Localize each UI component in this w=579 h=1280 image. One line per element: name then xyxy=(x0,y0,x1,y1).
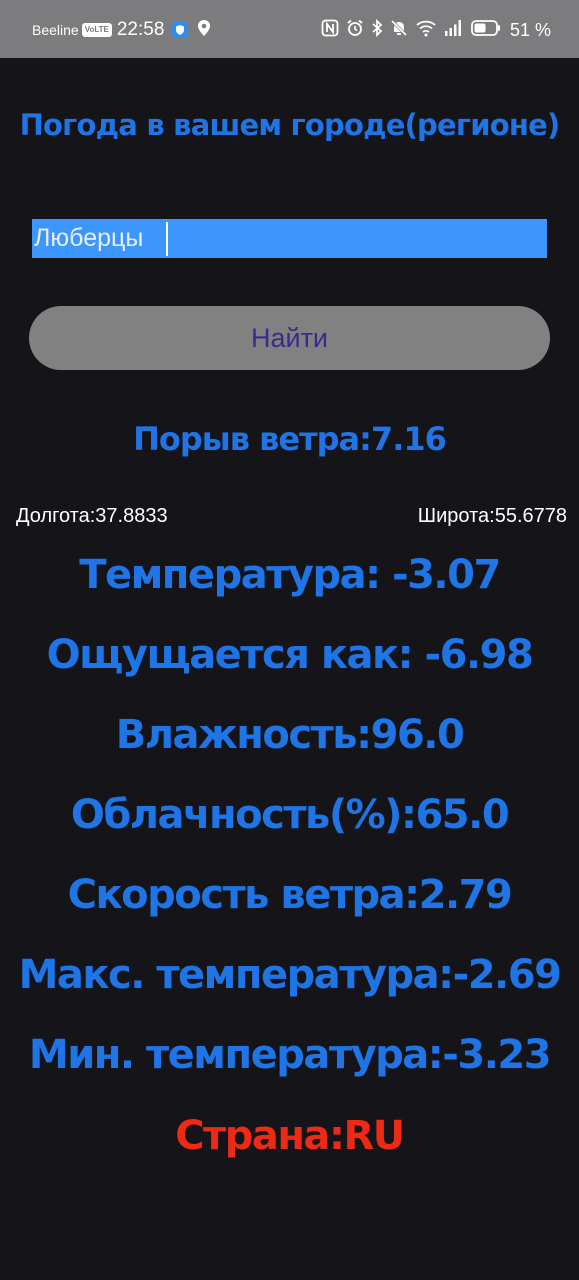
battery-icon xyxy=(471,19,501,41)
location-icon xyxy=(197,19,211,41)
text-caret xyxy=(166,222,168,256)
bluetooth-icon xyxy=(371,18,383,41)
signal-icon xyxy=(444,19,464,41)
volte-badge: VoLTE xyxy=(81,23,112,37)
country-text: Страна:RU xyxy=(175,1113,405,1159)
feels-like-text: Ощущается как: -6.98 xyxy=(46,632,534,678)
min-temperature-text: Мин. температура:-3.23 xyxy=(28,1032,552,1078)
search-button[interactable]: Найти xyxy=(29,306,550,370)
wind-gust-text: Порыв ветра:7.16 xyxy=(133,420,447,458)
wind-speed-text: Скорость ветра:2.79 xyxy=(67,872,513,918)
wifi-icon xyxy=(415,19,437,41)
mute-icon xyxy=(390,19,408,41)
status-bar-left: Beeline VoLTE 22:58 xyxy=(32,18,211,42)
alarm-icon xyxy=(346,19,364,41)
cloudiness-text: Облачность(%):65.0 xyxy=(70,792,510,838)
humidity-text: Влажность:96.0 xyxy=(115,712,465,758)
temperature-text: Температура: -3.07 xyxy=(79,552,501,598)
shield-icon xyxy=(172,22,189,38)
clock: 22:58 xyxy=(116,19,165,40)
max-temperature-text: Макс. температура:-2.69 xyxy=(18,952,562,998)
status-bar: Beeline VoLTE 22:58 51 % xyxy=(0,0,579,58)
page-title: Погода в вашем городе(регионе) xyxy=(19,108,561,142)
latitude-text: Широта:55.6778 xyxy=(417,505,567,527)
carrier-name: Beeline xyxy=(32,22,79,38)
battery-percent: 51 % xyxy=(509,19,551,40)
status-bar-right: 51 % xyxy=(321,18,551,42)
nfc-icon xyxy=(321,19,339,41)
city-search-input[interactable] xyxy=(32,219,547,258)
longitude-text: Долгота:37.8833 xyxy=(16,505,168,527)
